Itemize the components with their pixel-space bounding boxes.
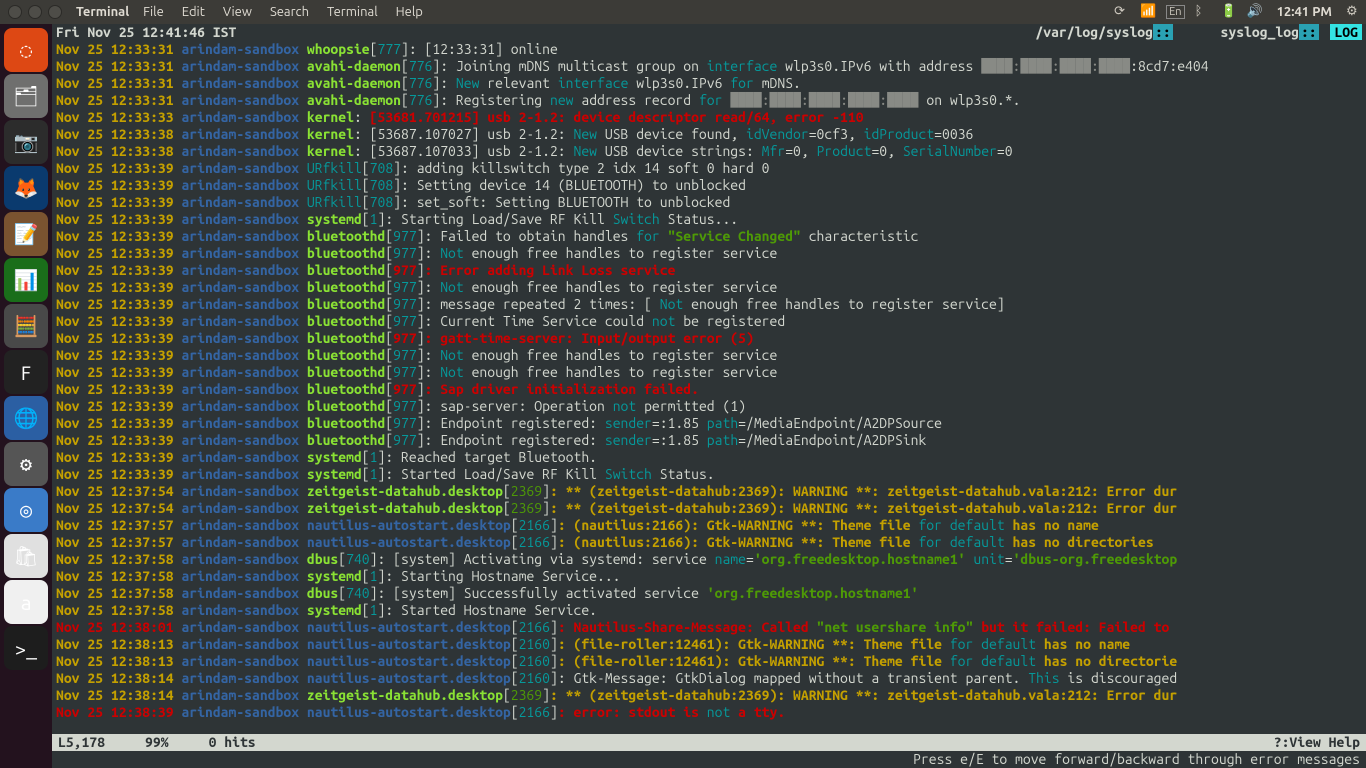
log-line: Nov 25 12:33:39 arindam-sandbox URfkill[… [56, 160, 1362, 177]
launcher-font-manager[interactable]: F [4, 350, 48, 394]
log-line: Nov 25 12:33:31 arindam-sandbox avahi-da… [56, 92, 1362, 109]
close-icon[interactable] [8, 5, 22, 19]
log-line: Nov 25 12:33:39 arindam-sandbox URfkill[… [56, 177, 1362, 194]
log-line: Nov 25 12:33:31 arindam-sandbox avahi-da… [56, 75, 1362, 92]
log-line: Nov 25 12:33:39 arindam-sandbox systemd[… [56, 211, 1362, 228]
log-line: Nov 25 12:33:39 arindam-sandbox bluetoot… [56, 279, 1362, 296]
unity-launcher: ◌🗂📷🦊📝📊🧮F🌐⚙◎🛍a>_ [0, 24, 52, 768]
menu-edit[interactable]: Edit [182, 5, 205, 19]
log-line: Nov 25 12:38:01 arindam-sandbox nautilus… [56, 619, 1362, 636]
log-line: Nov 25 12:33:39 arindam-sandbox systemd[… [56, 466, 1362, 483]
keyboard-indicator[interactable]: En [1166, 5, 1184, 19]
menu-terminal[interactable]: Terminal [327, 5, 378, 19]
log-line: Nov 25 12:33:39 arindam-sandbox systemd[… [56, 449, 1362, 466]
terminal-window[interactable]: Fri Nov 25 12:41:46 IST /var/log/syslog:… [52, 24, 1366, 768]
launcher-software[interactable]: 🛍 [4, 534, 48, 578]
launcher-amazon[interactable]: a [4, 580, 48, 624]
log-line: Nov 25 12:33:39 arindam-sandbox bluetoot… [56, 296, 1362, 313]
menu-help[interactable]: Help [396, 5, 423, 19]
launcher-gedit[interactable]: 📝 [4, 212, 48, 256]
menu-file[interactable]: File [143, 5, 164, 19]
lnav-header: Fri Nov 25 12:41:46 IST /var/log/syslog:… [52, 24, 1366, 41]
log-line: Nov 25 12:33:39 arindam-sandbox URfkill[… [56, 194, 1362, 211]
status-help: ?:View Help [1274, 734, 1360, 751]
launcher-ubuntu-dash[interactable]: ◌ [4, 28, 48, 72]
log-line: Nov 25 12:38:39 arindam-sandbox nautilus… [56, 704, 1362, 721]
maximize-icon[interactable] [48, 5, 62, 19]
system-indicators: ⟳ 📶 En ᛒ 🔋 🔊 12:41 PM ⚙ [1114, 4, 1362, 20]
log-line: Nov 25 12:33:39 arindam-sandbox bluetoot… [56, 262, 1362, 279]
window-controls [8, 5, 62, 19]
launcher-firefox[interactable]: 🦊 [4, 166, 48, 210]
log-line: Nov 25 12:37:58 arindam-sandbox systemd[… [56, 602, 1362, 619]
launcher-browser[interactable]: 🌐 [4, 396, 48, 440]
sync-icon[interactable]: ⟳ [1114, 4, 1130, 20]
header-date: Fri Nov 25 12:41:46 IST [56, 24, 236, 41]
log-line: Nov 25 12:37:58 arindam-sandbox dbus[740… [56, 551, 1362, 568]
bluetooth-icon[interactable]: ᛒ [1195, 4, 1211, 20]
log-line: Nov 25 12:33:31 arindam-sandbox avahi-da… [56, 58, 1362, 75]
log-badge: LOG [1330, 24, 1362, 40]
launcher-settings[interactable]: ⚙ [4, 442, 48, 486]
log-line: Nov 25 12:37:57 arindam-sandbox nautilus… [56, 534, 1362, 551]
app-name: Terminal [76, 5, 129, 19]
menu-view[interactable]: View [223, 5, 252, 19]
log-line: Nov 25 12:33:39 arindam-sandbox bluetoot… [56, 330, 1362, 347]
log-line: Nov 25 12:38:13 arindam-sandbox nautilus… [56, 653, 1362, 670]
log-line: Nov 25 12:33:39 arindam-sandbox bluetoot… [56, 381, 1362, 398]
log-line: Nov 25 12:33:38 arindam-sandbox kernel: … [56, 143, 1362, 160]
status-position: L5,178 [58, 734, 105, 751]
log-line: Nov 25 12:33:39 arindam-sandbox bluetoot… [56, 228, 1362, 245]
log-line: Nov 25 12:33:39 arindam-sandbox bluetoot… [56, 364, 1362, 381]
launcher-terminal[interactable]: >_ [4, 626, 48, 670]
log-line: Nov 25 12:33:39 arindam-sandbox bluetoot… [56, 415, 1362, 432]
log-line: Nov 25 12:33:39 arindam-sandbox bluetoot… [56, 347, 1362, 364]
launcher-calculator[interactable]: 🧮 [4, 304, 48, 348]
battery-icon[interactable]: 🔋 [1221, 4, 1237, 20]
log-line: Nov 25 12:38:14 arindam-sandbox zeitgeis… [56, 687, 1362, 704]
status-percent: 99% [145, 734, 169, 751]
log-line: Nov 25 12:33:38 arindam-sandbox kernel: … [56, 126, 1362, 143]
menu-bar: File Edit View Search Terminal Help [143, 5, 423, 19]
gear-icon[interactable]: ⚙ [1346, 4, 1362, 20]
log-format: syslog_log [1221, 24, 1299, 40]
menu-search[interactable]: Search [270, 5, 309, 19]
launcher-calc[interactable]: 📊 [4, 258, 48, 302]
log-line: Nov 25 12:33:39 arindam-sandbox bluetoot… [56, 313, 1362, 330]
status-hits: 0 hits [209, 734, 256, 751]
log-line: Nov 25 12:33:39 arindam-sandbox bluetoot… [56, 245, 1362, 262]
log-line: Nov 25 12:38:13 arindam-sandbox nautilus… [56, 636, 1362, 653]
log-line: Nov 25 12:37:54 arindam-sandbox zeitgeis… [56, 500, 1362, 517]
log-line: Nov 25 12:33:39 arindam-sandbox bluetoot… [56, 432, 1362, 449]
status-bar: L5,178 99% 0 hits ?:View Help [52, 734, 1366, 751]
minimize-icon[interactable] [28, 5, 42, 19]
launcher-files[interactable]: 🗂 [4, 74, 48, 118]
log-line: Nov 25 12:37:54 arindam-sandbox zeitgeis… [56, 483, 1362, 500]
launcher-shotwell[interactable]: 📷 [4, 120, 48, 164]
log-line: Nov 25 12:33:39 arindam-sandbox bluetoot… [56, 398, 1362, 415]
log-line: Nov 25 12:37:58 arindam-sandbox dbus[740… [56, 585, 1362, 602]
log-file-path: /var/log/syslog [1035, 24, 1153, 40]
log-line: Nov 25 12:37:58 arindam-sandbox systemd[… [56, 568, 1362, 585]
log-line: Nov 25 12:33:31 arindam-sandbox whoopsie… [56, 41, 1362, 58]
network-icon[interactable]: 📶 [1140, 4, 1156, 20]
sound-icon[interactable]: 🔊 [1247, 4, 1263, 20]
launcher-chromium[interactable]: ◎ [4, 488, 48, 532]
footer-hint: Press e/E to move forward/backward throu… [52, 751, 1366, 768]
log-line: Nov 25 12:38:14 arindam-sandbox nautilus… [56, 670, 1362, 687]
clock[interactable]: 12:41 PM [1277, 5, 1332, 19]
log-line: Nov 25 12:37:57 arindam-sandbox nautilus… [56, 517, 1362, 534]
log-line: Nov 25 12:33:33 arindam-sandbox kernel: … [56, 109, 1362, 126]
log-content[interactable]: Nov 25 12:33:31 arindam-sandbox whoopsie… [52, 41, 1366, 721]
top-panel: Terminal FileEditViewSearchTerminalHelp … [0, 0, 1366, 24]
header-right: /var/log/syslog:: syslog_log:: LOG [1035, 24, 1362, 41]
